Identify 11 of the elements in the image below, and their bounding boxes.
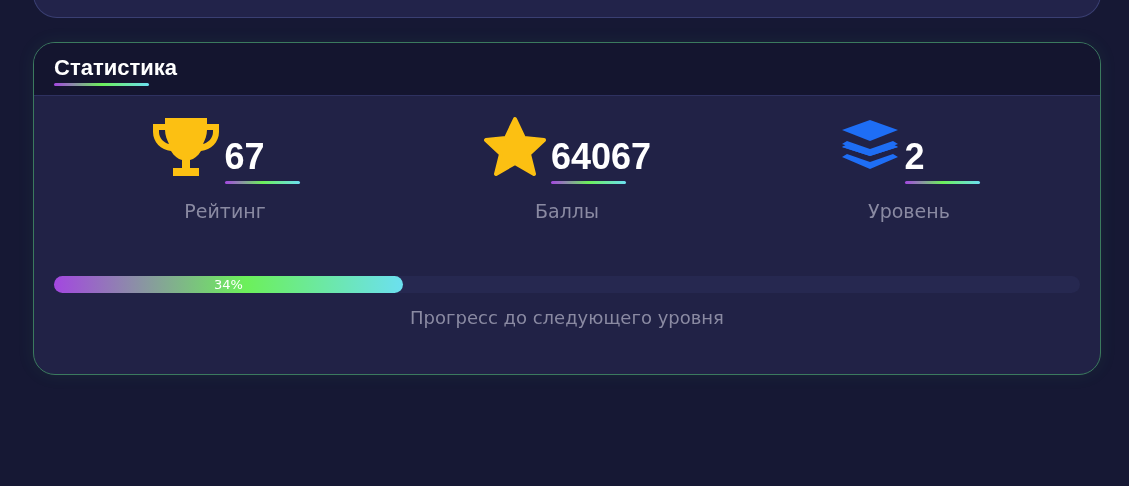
card-title: Статистика: [54, 55, 177, 81]
stat-label: Рейтинг: [184, 200, 266, 222]
progress-percent: 34%: [213, 277, 243, 292]
progress-caption: Прогресс до следующего уровня: [410, 307, 724, 328]
stat-value: 64067: [550, 137, 652, 177]
stat-label: Баллы: [535, 200, 599, 222]
stat-value: 67: [224, 137, 266, 177]
trophy-icon: [150, 116, 221, 178]
stat-value: 2: [904, 137, 926, 177]
stat-label: Уровень: [868, 200, 950, 222]
star-icon: [482, 116, 547, 178]
